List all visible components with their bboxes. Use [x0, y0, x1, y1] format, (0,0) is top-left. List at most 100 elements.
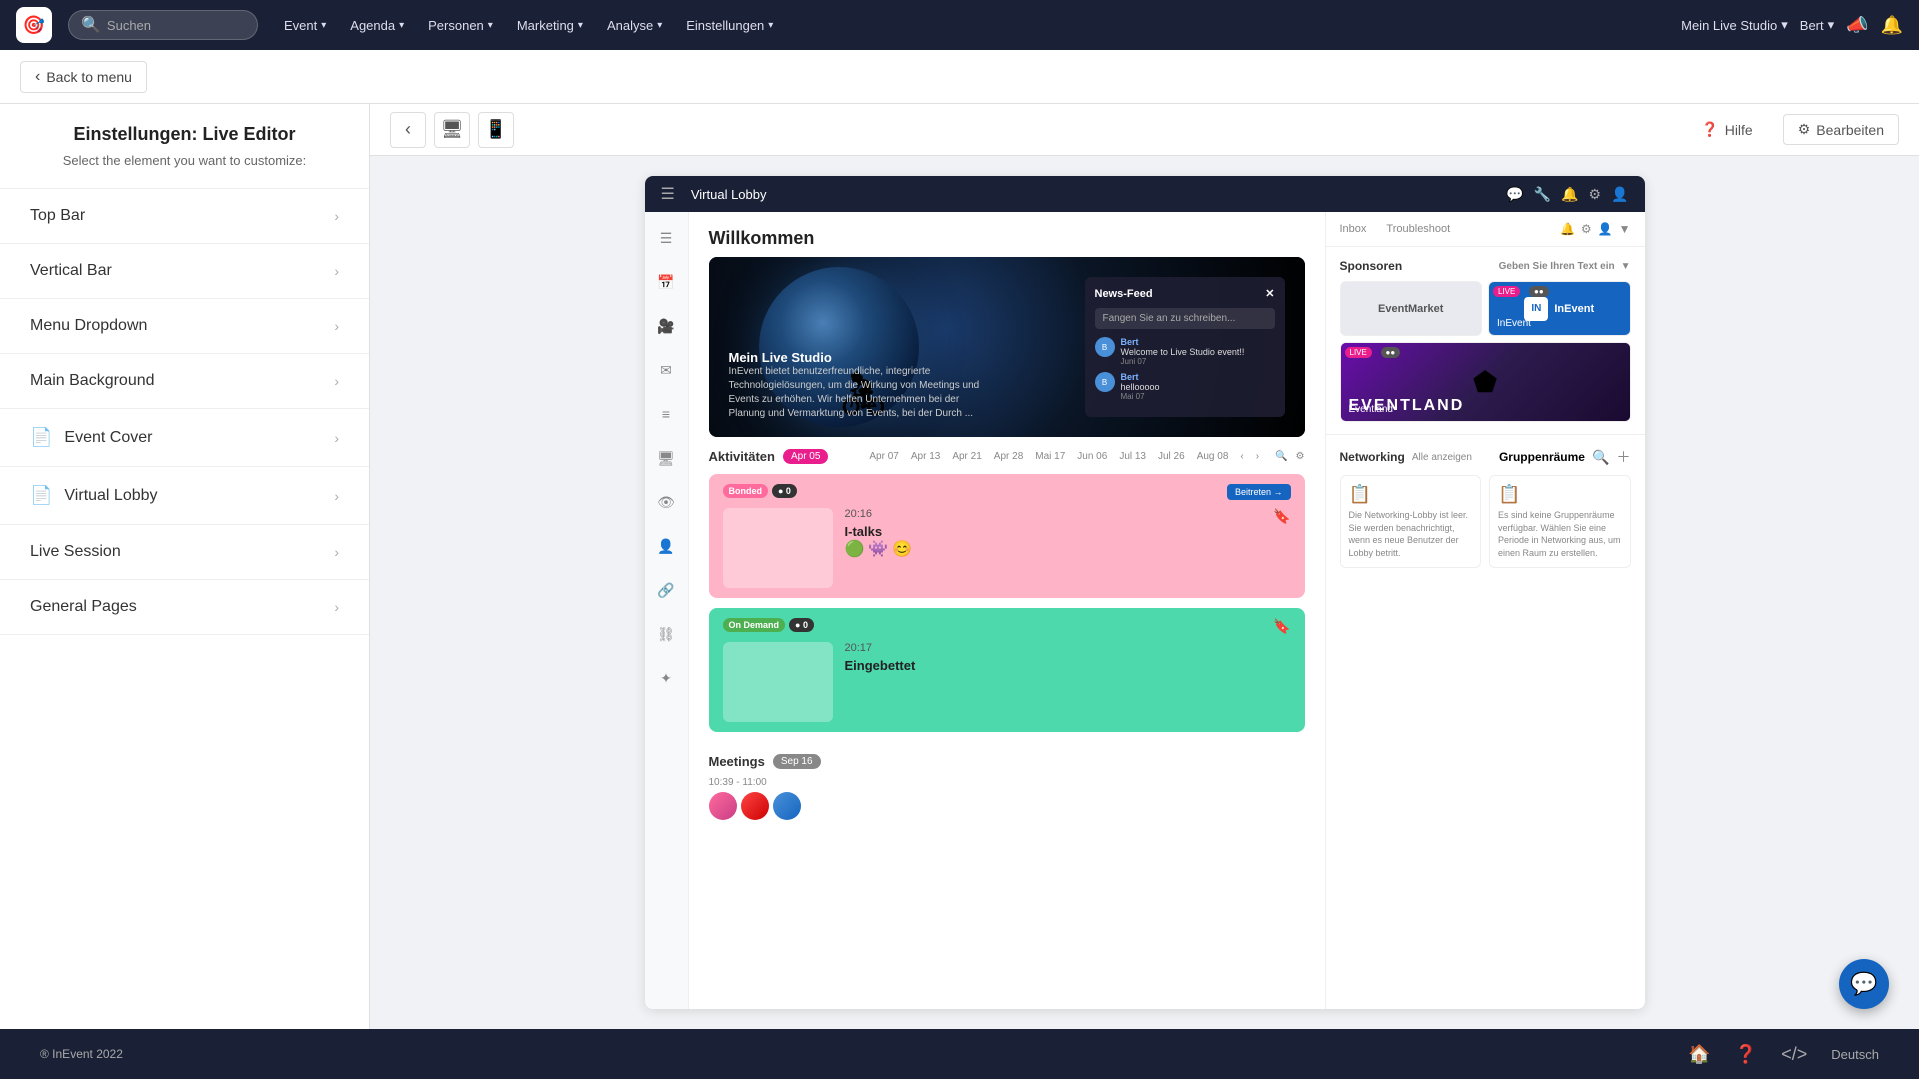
- code-icon[interactable]: </>: [1781, 1044, 1807, 1065]
- networking-icon: 📋: [1349, 484, 1473, 505]
- activities-header: Aktivitäten Apr 05 Apr 07 Apr 13 Apr 21 …: [709, 449, 1305, 464]
- group-add-icon[interactable]: ＋: [1616, 447, 1630, 467]
- activities-date-chip[interactable]: Apr 05: [783, 449, 828, 464]
- bookmark-icon[interactable]: 🔖: [1273, 508, 1290, 525]
- troubleshoot-label[interactable]: Troubleshoot: [1386, 223, 1450, 235]
- bell-icon[interactable]: 🔔: [1881, 15, 1903, 36]
- settings-icon[interactable]: ⚙: [1589, 186, 1602, 203]
- lobby-right-panel: Inbox Troubleshoot 🔔 ⚙ 👤 ▼: [1325, 212, 1645, 1009]
- search-input[interactable]: [107, 18, 247, 33]
- app-logo[interactable]: 🎯: [16, 7, 52, 43]
- help-icon[interactable]: ❓: [1735, 1044, 1757, 1065]
- group-search-icon[interactable]: 🔍: [1592, 449, 1609, 466]
- lbar-chain-icon[interactable]: ⛓: [652, 620, 680, 648]
- help-button[interactable]: ❓ Hilfe: [1687, 115, 1766, 144]
- sidebar-item-live-session[interactable]: Live Session ›: [0, 524, 369, 579]
- troubleshoot-icon[interactable]: 🔧: [1534, 186, 1551, 203]
- join-button[interactable]: Beitreten →: [1227, 484, 1291, 500]
- nav-item-personen[interactable]: Personen ▾: [418, 12, 503, 39]
- date-item[interactable]: Apr 21: [948, 449, 985, 464]
- language-selector[interactable]: Deutsch: [1831, 1047, 1879, 1062]
- lbar-email-icon[interactable]: ✉: [652, 356, 680, 384]
- sidebar-title: Einstellungen: Live Editor: [0, 124, 369, 153]
- networking-section: Networking Alle anzeigen Gruppenräume 🔍 …: [1326, 435, 1645, 580]
- inbox-label[interactable]: Inbox: [1340, 223, 1367, 235]
- lbar-eye-icon[interactable]: 👁: [652, 488, 680, 516]
- date-item[interactable]: Jul 13: [1115, 449, 1150, 464]
- sponsor-inevent[interactable]: IN InEvent LIVE ●● InEvent: [1488, 281, 1631, 336]
- nav-item-einstellungen[interactable]: Einstellungen ▾: [676, 12, 783, 39]
- nav-right: Mein Live Studio ▾ Bert ▾ 📣 🔔: [1681, 15, 1903, 36]
- lbar-star-icon[interactable]: ✦: [652, 664, 680, 692]
- news-message-2: B Bert hellooooo Mai 07: [1095, 372, 1275, 401]
- date-item[interactable]: Jun 06: [1073, 449, 1111, 464]
- sidebar-item-vertical-bar[interactable]: Vertical Bar ›: [0, 243, 369, 298]
- lbar-video-icon[interactable]: 🎥: [652, 312, 680, 340]
- inbox-icon[interactable]: 💬: [1506, 186, 1523, 203]
- nav-item-event[interactable]: Event ▾: [274, 12, 336, 39]
- settings-icon[interactable]: ⚙: [1581, 222, 1592, 236]
- sponsor-inevent-name: InEvent: [1554, 303, 1594, 315]
- lbar-link-icon[interactable]: 🔗: [652, 576, 680, 604]
- sidebar-item-virtual-lobby[interactable]: 📄 Virtual Lobby ›: [0, 466, 369, 524]
- nav-item-analyse[interactable]: Analyse ▾: [597, 12, 672, 39]
- filter-icon[interactable]: ▼: [1619, 222, 1631, 236]
- lbar-menu-icon[interactable]: ☰: [652, 224, 680, 252]
- sidebar-item-menu-dropdown[interactable]: Menu Dropdown ›: [0, 298, 369, 353]
- date-item[interactable]: Apr 07: [865, 449, 902, 464]
- bookmark-icon-2[interactable]: 🔖: [1273, 618, 1290, 635]
- date-item[interactable]: Mai 17: [1031, 449, 1069, 464]
- lbar-monitor-icon[interactable]: 🖥: [652, 444, 680, 472]
- date-item[interactable]: Aug 08: [1193, 449, 1233, 464]
- bell-icon[interactable]: 🔔: [1560, 222, 1575, 236]
- lbar-list-icon[interactable]: ≡: [652, 400, 680, 428]
- megaphone-icon[interactable]: 📣: [1846, 15, 1868, 36]
- lbar-person-icon[interactable]: 👤: [652, 532, 680, 560]
- hero-background: 🚴 Mein Live Studio InEvent bietet benutz…: [709, 257, 1305, 437]
- sidebar-item-main-background[interactable]: Main Background ›: [0, 353, 369, 408]
- date-item[interactable]: Apr 13: [907, 449, 944, 464]
- lbar-calendar-icon[interactable]: 📅: [652, 268, 680, 296]
- date-item[interactable]: Jul 26: [1154, 449, 1189, 464]
- sidebar-item-general-pages[interactable]: General Pages ›: [0, 579, 369, 635]
- next-date-icon[interactable]: ›: [1252, 449, 1263, 464]
- edit-button[interactable]: ⚙ Bearbeiten: [1783, 114, 1899, 145]
- sidebar-item-top-bar[interactable]: Top Bar ›: [0, 188, 369, 243]
- avatar-icon[interactable]: 👤: [1598, 222, 1613, 236]
- search-activities-input[interactable]: 🔍: [1275, 451, 1287, 462]
- nav-item-agenda[interactable]: Agenda ▾: [340, 12, 414, 39]
- prev-date-icon[interactable]: ‹: [1236, 449, 1247, 464]
- notification-icon[interactable]: 🔔: [1561, 186, 1578, 203]
- preview-content: ☰ Virtual Lobby 💬 🔧 🔔 ⚙ 👤 ☰ 📅: [370, 156, 1919, 1029]
- date-item[interactable]: Apr 28: [990, 449, 1027, 464]
- prev-button[interactable]: ‹: [390, 112, 426, 148]
- avatar[interactable]: 👤: [1611, 186, 1628, 203]
- activity-card-1: Bonded ● 0 20:16 I-talks: [709, 474, 1305, 598]
- nav-item-marketing[interactable]: Marketing ▾: [507, 12, 593, 39]
- user-button[interactable]: Bert ▾: [1800, 17, 1834, 33]
- hamburger-icon[interactable]: ☰: [661, 184, 675, 204]
- news-feed-input[interactable]: Fangen Sie an zu schreiben...: [1095, 308, 1275, 329]
- sponsors-filter-icon[interactable]: ▼: [1621, 261, 1631, 272]
- search-box[interactable]: 🔍: [68, 10, 258, 40]
- group-empty-text: Es sind keine Gruppenräume verfügbar. Wä…: [1498, 509, 1622, 559]
- news-msg-name: Bert: [1121, 337, 1275, 347]
- mobile-view-button[interactable]: 📱: [478, 112, 514, 148]
- desktop-view-button[interactable]: 🖥: [434, 112, 470, 148]
- activity-card-2: On Demand ● 0 20:17 Eingebettet: [709, 608, 1305, 732]
- sponsor-eventland[interactable]: LIVE ●● ⬟ EVENTLAND Eventland: [1340, 342, 1631, 422]
- home-icon[interactable]: 🏠: [1688, 1044, 1710, 1065]
- activity-time: 20:16: [845, 508, 1215, 520]
- back-to-menu-button[interactable]: ‹ Back to menu: [20, 61, 147, 93]
- studio-button[interactable]: Mein Live Studio ▾: [1681, 17, 1788, 33]
- networking-all-link[interactable]: Alle anzeigen: [1412, 452, 1472, 463]
- document-icon: 📄: [30, 485, 52, 506]
- eventland-symbol: ⬟: [1473, 366, 1497, 399]
- sponsor-eventmarket[interactable]: EventMarket: [1340, 281, 1483, 336]
- meetings-date-chip[interactable]: Sep 16: [773, 754, 821, 769]
- close-icon[interactable]: ✕: [1265, 287, 1274, 300]
- chat-fab-button[interactable]: 💬: [1839, 959, 1889, 1009]
- filter-activities-icon[interactable]: ⚙: [1296, 451, 1305, 462]
- sponsors-text-input[interactable]: Geben Sie Ihren Text ein: [1499, 261, 1615, 272]
- sidebar-item-event-cover[interactable]: 📄 Event Cover ›: [0, 408, 369, 466]
